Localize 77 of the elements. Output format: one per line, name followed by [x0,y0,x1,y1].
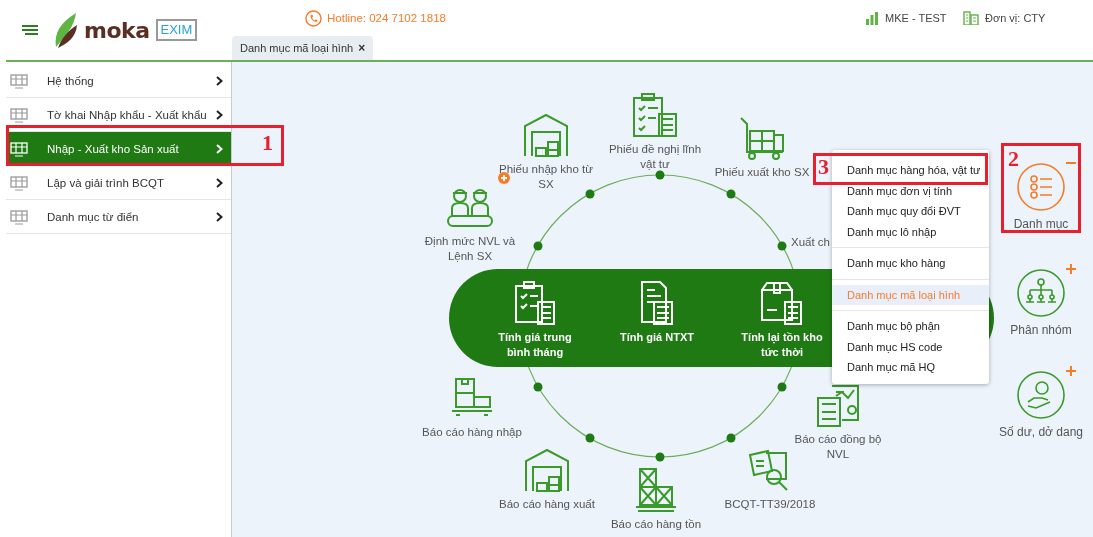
warehouse-icon[interactable] [522,112,570,158]
unit-text: Đơn vị: CTY [985,12,1046,24]
process-item[interactable]: Tính giá trung bình tháng [487,280,583,360]
module-icon [10,72,28,89]
module-icon [10,106,28,123]
phone-icon [305,9,322,27]
sidebar-item[interactable]: Nhập - Xuất kho Sản xuất [6,132,231,166]
hotline-text: Hotline: 024 7102 1818 [327,12,446,24]
chevron-right-icon [216,143,223,154]
node-label[interactable]: Xuất ch [791,235,830,250]
list-icon[interactable] [1016,162,1066,212]
chevron-right-icon [216,109,223,120]
chevron-right-icon [216,177,223,188]
menu-item[interactable]: Danh mục kho hàng [832,253,989,274]
process-item[interactable]: Tính lại tồn kho tức thời [734,280,830,360]
menu-item[interactable]: Danh mục lô nhập [832,221,989,242]
process-item[interactable]: Tính giá NTXT [609,280,705,345]
step-number: 1 [262,131,273,155]
close-icon[interactable]: × [358,41,366,55]
node-label[interactable]: Báo cáo hàng nhập [422,425,522,440]
step-number: 2 [1008,147,1019,171]
logo-text: moka [84,17,150,43]
circle-dot-icon [532,240,543,251]
circle-dot-icon [777,381,788,392]
node-label[interactable]: BCQT-TT39/2018 [724,497,816,512]
process-label: Tính giá NTXT [620,330,694,345]
tab[interactable]: Danh mục mã loại hình × [232,36,374,60]
sidebar-item[interactable]: Lập và giải trình BCQT [6,166,231,200]
menu-item[interactable]: Danh mục mã HQ [832,357,989,378]
menu-item[interactable]: Danh mục HS code [832,336,989,357]
module-icon [10,140,28,157]
building-icon [963,11,979,25]
menu-item[interactable]: Danh mục đơn vị tính [832,180,989,201]
node-label[interactable]: Phiếu nhập kho từ SX [496,162,596,192]
warehouse-icon[interactable] [523,447,571,493]
company-text: MKE - TEST [885,12,947,24]
hand-icon[interactable] [1016,370,1066,420]
process-label: Tính giá trung bình tháng [497,330,573,360]
module-icon [10,208,28,225]
plus-icon[interactable] [1066,366,1076,376]
sidebar-item[interactable]: Hệ thống [6,64,231,98]
logo-badge: EXIM [155,19,198,41]
circle-dot-icon [777,240,788,251]
action-label[interactable]: Danh mục [1013,217,1069,231]
circle-dot-icon [584,188,595,199]
chart-icon [865,11,879,25]
node-label[interactable]: Báo cáo hàng xuất [499,497,595,512]
node-label[interactable]: Định mức NVL và Lệnh SX [420,234,520,264]
chevron-right-icon [216,211,223,222]
node-label[interactable]: Phiếu xuất kho SX [714,165,810,180]
tree-icon[interactable] [1016,268,1066,318]
circle-dot-icon [655,452,665,462]
menu-icon[interactable] [22,24,38,36]
circle-dot-icon [725,188,736,199]
node-label[interactable]: Báo cáo hàng tồn [610,517,702,532]
add-icon[interactable] [498,172,510,184]
step-number: 3 [818,155,829,179]
node-label[interactable]: Báo cáo đồng bộ NVL [788,432,888,462]
circle-dot-icon [532,381,543,392]
circle-dot-icon [725,433,736,444]
sidebar-item[interactable]: Danh mục từ điển [6,200,231,234]
menu-item[interactable]: Danh mục quy đổi ĐVT [832,201,989,222]
clipboard-icon[interactable] [631,92,679,138]
module-icon [10,174,28,191]
menu-item[interactable]: Danh mục hàng hóa, vật tư [832,160,989,181]
circle-dot-icon [655,170,665,180]
node-label[interactable]: Phiếu đề nghị lĩnh vật tư [605,142,705,172]
box-icon [759,280,805,326]
menu-item[interactable]: Danh mục bộ phận [832,316,989,337]
plus-icon[interactable] [1066,264,1076,274]
action-label[interactable]: Phân nhóm [1010,323,1072,337]
clipboard-icon [512,280,558,326]
chevron-right-icon [216,75,223,86]
cart-icon[interactable] [738,115,786,161]
circle-dot-icon [584,433,595,444]
action-label[interactable]: Số dư, dở dang [999,425,1083,439]
process-label: Tính lại tồn kho tức thời [740,330,824,360]
